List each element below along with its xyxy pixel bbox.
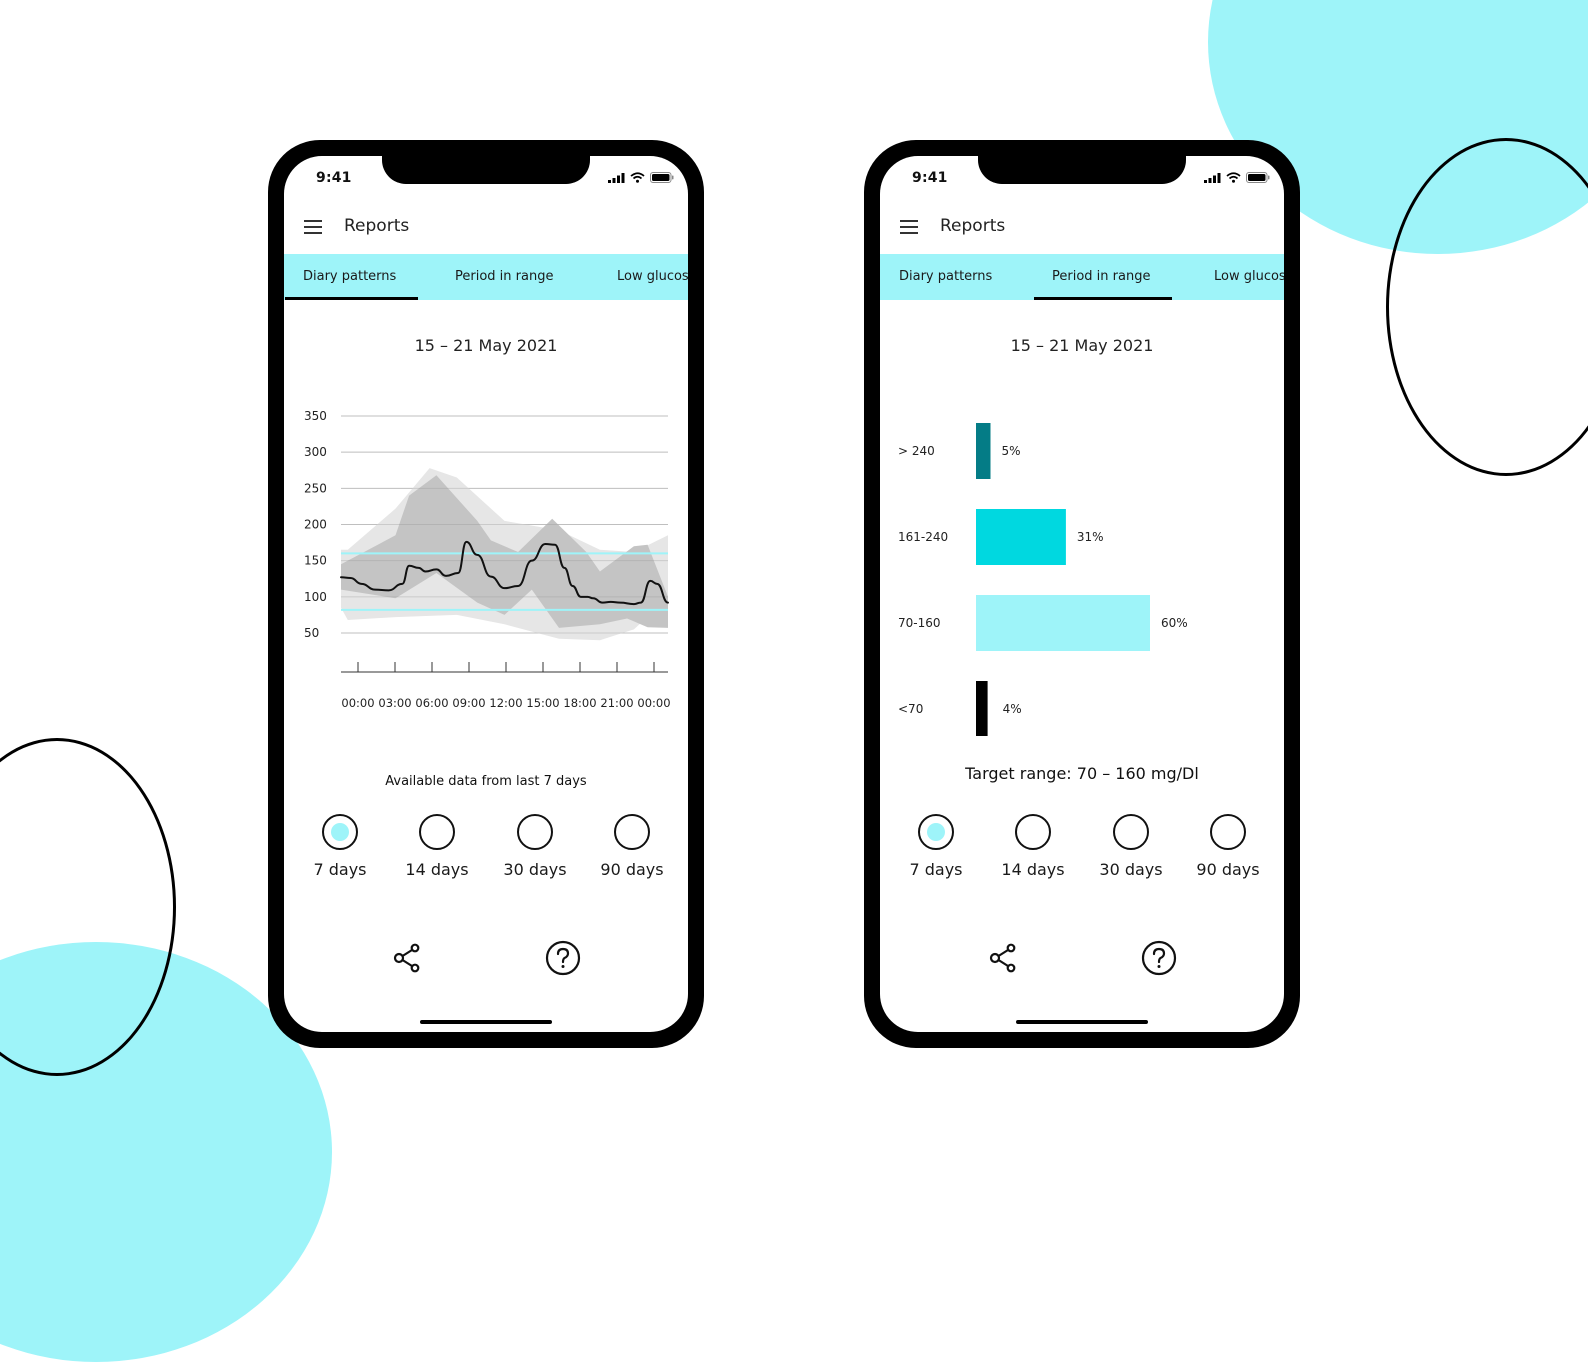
bar-value-label-low: 4% [1003, 702, 1022, 716]
period-label: 7 days [313, 860, 367, 879]
battery-icon [1246, 172, 1270, 183]
bar-low [976, 681, 988, 736]
y-tick-label: 350 [304, 409, 327, 423]
range-category-label-low: <70 [898, 702, 923, 716]
signal-icon [608, 172, 625, 183]
notch [382, 156, 590, 184]
status-time: 9:41 [316, 170, 352, 186]
status-icons [608, 172, 674, 183]
page-title: Reports [940, 216, 1006, 236]
radio-button[interactable] [918, 814, 954, 850]
x-tick-label: 18:00 [563, 696, 596, 710]
notch [978, 156, 1186, 184]
x-tick-label: 15:00 [526, 696, 559, 710]
period-label: 7 days [909, 860, 963, 879]
x-tick-label: 00:00 [637, 696, 670, 710]
radio-button[interactable] [1210, 814, 1246, 850]
phone-diary-patterns: 9:41 Reports Diary patterns Period in ra… [268, 140, 704, 1048]
period-option-90-days[interactable]: 90 days [592, 814, 672, 879]
date-range: 15 – 21 May 2021 [414, 336, 558, 355]
page-title: Reports [344, 216, 410, 236]
period-label: 90 days [600, 860, 664, 879]
y-tick-label: 50 [304, 626, 319, 640]
hamburger-menu-icon[interactable] [900, 220, 918, 234]
radio-button[interactable] [517, 814, 553, 850]
range-category-label-in-range: 70-160 [898, 616, 941, 630]
bar-elevated [976, 509, 1066, 565]
status-icons [1204, 172, 1270, 183]
x-tick-label: 09:00 [452, 696, 485, 710]
wifi-icon [630, 172, 645, 183]
radio-button[interactable] [1113, 814, 1149, 850]
date-range: 15 – 21 May 2021 [1010, 336, 1154, 355]
tab-period-in-range[interactable]: Period in range [1033, 254, 1174, 300]
period-label: 14 days [405, 860, 469, 879]
y-tick-label: 100 [304, 590, 327, 604]
share-button[interactable] [390, 940, 426, 976]
radio-button[interactable] [322, 814, 358, 850]
tab-diary-patterns[interactable]: Diary patterns [284, 254, 419, 300]
y-tick-label: 150 [304, 554, 327, 568]
available-data-note: Available data from last 7 days [385, 774, 587, 789]
period-label: 90 days [1196, 860, 1260, 879]
bar-value-label-elevated: 31% [1077, 530, 1104, 544]
phone-period-in-range: 9:41 Reports Diary patterns Period in ra… [864, 140, 1300, 1048]
x-tick-label: 06:00 [415, 696, 448, 710]
bar-value-label-in-range: 60% [1161, 616, 1188, 630]
period-option-14-days[interactable]: 14 days [993, 814, 1073, 879]
tab-diary-patterns[interactable]: Diary patterns [899, 254, 992, 300]
share-button[interactable] [986, 940, 1022, 976]
x-tick-label: 00:00 [341, 696, 374, 710]
radio-button[interactable] [419, 814, 455, 850]
phone-screen: 9:41 Reports Diary patterns Period in ra… [880, 156, 1284, 1032]
battery-icon [650, 172, 674, 183]
bar-high [976, 423, 991, 479]
tab-low-glucose[interactable]: Low glucos [1214, 254, 1284, 300]
period-option-14-days[interactable]: 14 days [397, 814, 477, 879]
tab-low-glucose[interactable]: Low glucos [617, 254, 688, 300]
range-category-label-high: > 240 [898, 444, 935, 458]
help-icon [545, 940, 581, 976]
x-tick-label: 03:00 [378, 696, 411, 710]
bar-in-range [976, 595, 1150, 651]
x-tick-label: 12:00 [489, 696, 522, 710]
bar-value-label-high: 5% [1002, 444, 1021, 458]
y-tick-label: 250 [304, 481, 327, 495]
share-icon [989, 943, 1016, 973]
period-option-30-days[interactable]: 30 days [495, 814, 575, 879]
help-button[interactable] [1141, 940, 1177, 976]
radio-button[interactable] [1015, 814, 1051, 850]
period-option-30-days[interactable]: 30 days [1091, 814, 1171, 879]
x-tick-label: 21:00 [600, 696, 633, 710]
tab-bar: Diary patterns Period in range Low gluco… [880, 254, 1284, 300]
signal-icon [1204, 172, 1221, 183]
help-button[interactable] [545, 940, 581, 976]
help-icon [1141, 940, 1177, 976]
period-label: 30 days [1099, 860, 1163, 879]
home-indicator[interactable] [1016, 1020, 1148, 1024]
y-tick-label: 200 [304, 518, 327, 532]
tab-period-in-range[interactable]: Period in range [455, 254, 553, 300]
glucose-pattern-chart: 350 300 250 200 150 100 50 00:00 03:00 06:00 09:0… [304, 409, 671, 710]
period-label: 14 days [1001, 860, 1065, 879]
period-option-90-days[interactable]: 90 days [1188, 814, 1268, 879]
period-label: 30 days [503, 860, 567, 879]
range-category-label-elevated: 161-240 [898, 530, 948, 544]
target-range-note: Target range: 70 – 160 mg/Dl [965, 764, 1199, 783]
status-time: 9:41 [912, 170, 948, 186]
time-in-range-chart: > 240 5% 161-240 31% 70-160 60% <70 4% [898, 423, 1188, 736]
wifi-icon [1226, 172, 1241, 183]
phone-screen: 9:41 Reports Diary patterns Period in ra… [284, 156, 688, 1032]
share-icon [393, 943, 420, 973]
tab-bar: Diary patterns Period in range Low gluco… [284, 254, 688, 300]
y-tick-label: 300 [304, 445, 327, 459]
radio-button[interactable] [614, 814, 650, 850]
period-option-7-days[interactable]: 7 days [896, 814, 976, 879]
period-option-7-days[interactable]: 7 days [300, 814, 380, 879]
home-indicator[interactable] [420, 1020, 552, 1024]
hamburger-menu-icon[interactable] [304, 220, 322, 234]
